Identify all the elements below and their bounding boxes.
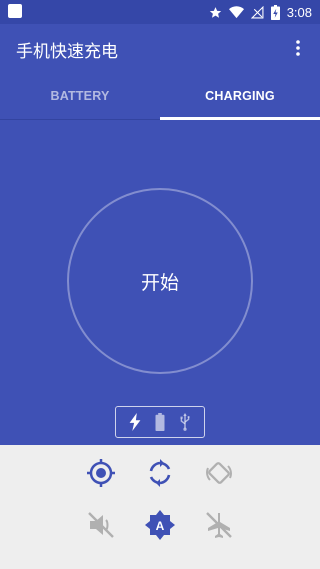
notification-square-icon xyxy=(8,4,22,18)
sync-icon xyxy=(149,459,171,487)
usb-icon xyxy=(180,413,190,431)
auto-brightness-icon: A xyxy=(145,510,175,540)
lightning-icon xyxy=(129,413,141,431)
airplane-mode-toggle[interactable] xyxy=(199,505,239,545)
more-vertical-icon xyxy=(296,40,300,56)
tab-charging-label: CHARGING xyxy=(205,88,275,103)
airplane-mode-icon xyxy=(206,512,232,538)
location-target-icon xyxy=(87,459,115,487)
sync-toggle[interactable] xyxy=(140,453,180,493)
location-toggle[interactable] xyxy=(81,453,121,493)
more-options-button[interactable] xyxy=(286,36,310,60)
tab-battery-label: BATTERY xyxy=(50,88,110,103)
tab-charging[interactable]: CHARGING xyxy=(160,72,320,120)
app-bar: 手机快速充电 xyxy=(0,24,320,72)
status-icons: 3:08 xyxy=(209,0,312,24)
sound-off-icon xyxy=(88,512,114,538)
quick-controls: A xyxy=(0,445,320,569)
start-label: 开始 xyxy=(140,271,179,294)
charge-mode-indicator xyxy=(115,406,205,438)
star-icon xyxy=(209,6,221,18)
screen-rotation-toggle[interactable] xyxy=(199,453,239,493)
start-button[interactable]: 开始 xyxy=(67,188,253,374)
battery-charging-icon xyxy=(270,4,280,20)
status-time: 3:08 xyxy=(286,4,312,20)
wifi-icon xyxy=(228,5,244,18)
svg-text:A: A xyxy=(156,519,165,533)
auto-brightness-toggle[interactable]: A xyxy=(140,505,180,545)
app-title: 手机快速充电 xyxy=(16,42,118,62)
tab-battery[interactable]: BATTERY xyxy=(0,72,160,119)
sound-toggle[interactable] xyxy=(81,505,121,545)
status-bar: 3:08 xyxy=(0,0,320,24)
charging-panel: 开始 xyxy=(0,120,320,445)
screen-rotation-icon xyxy=(206,462,232,484)
battery-icon xyxy=(155,413,165,431)
tab-bar: BATTERY CHARGING xyxy=(0,72,320,120)
signal-off-icon xyxy=(250,5,264,18)
